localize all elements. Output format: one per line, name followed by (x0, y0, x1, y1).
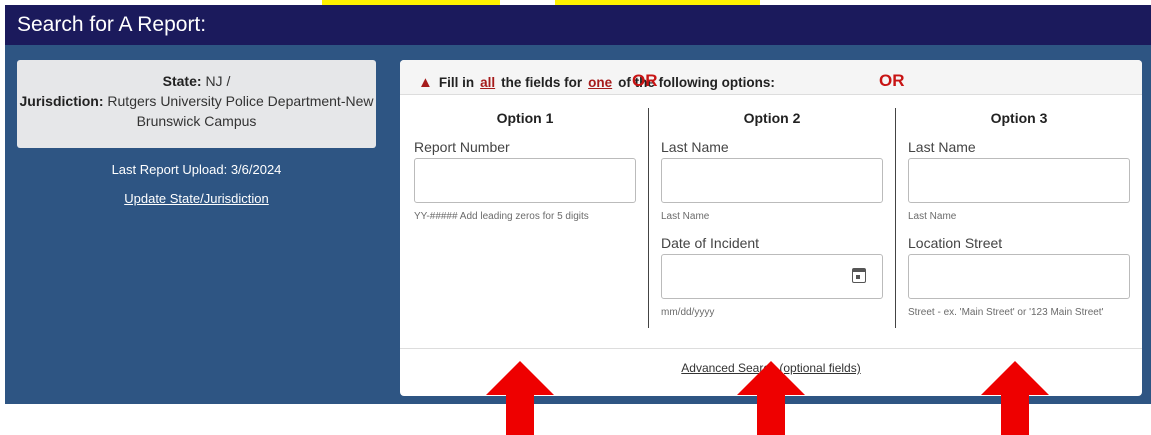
or-label: OR (879, 71, 905, 90)
report-number-input[interactable] (414, 158, 636, 203)
last-name-label: Last Name (908, 139, 976, 155)
date-of-incident-input[interactable] (661, 254, 883, 299)
instruction-text-pre: Fill in (438, 74, 475, 90)
up-arrow-icon (981, 361, 1049, 435)
instruction-one: one (588, 74, 613, 90)
up-arrow-icon (737, 361, 805, 435)
last-name-help: Last Name (661, 211, 710, 222)
jurisdiction-value: Rutgers University Police Department-New… (107, 93, 374, 129)
or-label: OR (632, 71, 658, 90)
location-street-label: Location Street (908, 235, 1003, 251)
state-separator: / (226, 73, 231, 89)
search-panel: ▲ Fill in all the fields for one of the … (400, 60, 1142, 396)
date-of-incident-label: Date of Incident (661, 235, 760, 251)
column-divider (648, 108, 649, 328)
option-1-column: Option 1 Report Number YY-##### Add lead… (414, 110, 636, 222)
location-street-help: Street - ex. 'Main Street' or '123 Main … (908, 307, 1104, 318)
option-1-title: Option 1 (496, 110, 554, 126)
page-title: Search for A Report: (17, 13, 207, 36)
jurisdiction-label: Jurisdiction: (19, 93, 104, 109)
instruction-text-mid: the fields for (501, 74, 583, 90)
last-name-input[interactable] (661, 158, 883, 203)
option-2-title: Option 2 (743, 110, 801, 126)
last-upload-text: Last Report Upload: 3/6/2024 (111, 162, 282, 177)
option-2-column: Option 2 Last Name Last Name Date of Inc… (661, 110, 883, 318)
instruction-header: ▲ Fill in all the fields for one of the … (400, 60, 1142, 95)
report-number-help: YY-##### Add leading zeros for 5 digits (414, 211, 589, 222)
last-name-label: Last Name (661, 139, 729, 155)
option-3-title: Option 3 (990, 110, 1048, 126)
state-value: NJ (205, 73, 223, 89)
report-number-label: Report Number (414, 139, 510, 155)
date-of-incident-help: mm/dd/yyyy (661, 307, 715, 318)
instruction-all: all (480, 74, 496, 90)
state-jurisdiction-card: State: NJ / Jurisdiction: Rutgers Univer… (17, 60, 376, 148)
page-header: Search for A Report: (5, 5, 1151, 45)
up-arrow-icon (486, 361, 554, 435)
state-label: State: (162, 73, 202, 89)
last-name-input[interactable] (908, 158, 1130, 203)
column-divider (895, 108, 896, 328)
location-street-input[interactable] (908, 254, 1130, 299)
option-3-column: Option 3 Last Name Last Name Location St… (908, 110, 1130, 318)
warning-triangle-icon: ▲ (418, 73, 433, 91)
update-jurisdiction-link[interactable]: Update State/Jurisdiction (17, 191, 376, 206)
last-name-help: Last Name (908, 211, 957, 222)
calendar-icon[interactable] (852, 268, 866, 283)
